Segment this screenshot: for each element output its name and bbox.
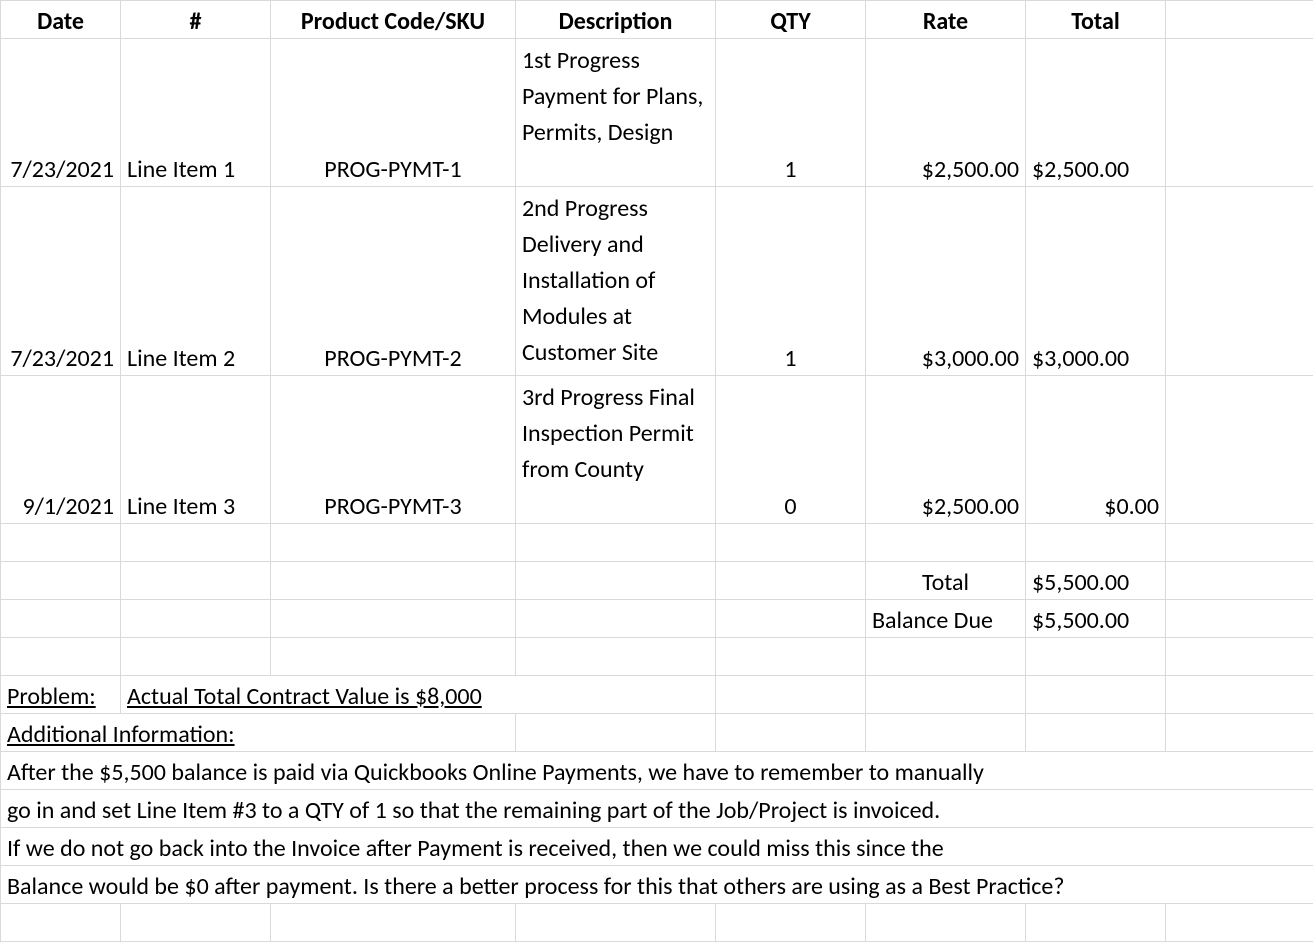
note-row: If we do not go back into the Invoice af… — [1, 828, 1313, 866]
cell-sku[interactable]: PROG-PYMT-2 — [271, 187, 516, 376]
problem-row: Problem: Actual Total Contract Value is … — [1, 676, 1313, 714]
table-row: 7/23/2021 Line Item 2 PROG-PYMT-2 2nd Pr… — [1, 187, 1313, 376]
cell-date[interactable]: 9/1/2021 — [1, 376, 121, 524]
cell-desc[interactable]: 1st Progress Payment for Plans, Permits,… — [516, 39, 716, 187]
cell-extra[interactable] — [1166, 187, 1313, 376]
table-row: 7/23/2021 Line Item 1 PROG-PYMT-1 1st Pr… — [1, 39, 1313, 187]
cell-total[interactable]: $3,000.00 — [1026, 187, 1166, 376]
header-desc[interactable]: Description — [516, 1, 716, 39]
header-num[interactable]: # — [121, 1, 271, 39]
additional-label[interactable]: Additional Information: — [1, 714, 516, 752]
cell-qty[interactable]: 0 — [716, 376, 866, 524]
cell-extra[interactable] — [1166, 39, 1313, 187]
cell-desc[interactable]: 3rd Progress Final Inspection Permit fro… — [516, 376, 716, 524]
cell-rate[interactable]: $3,000.00 — [866, 187, 1026, 376]
note-text[interactable]: After the $5,500 balance is paid via Qui… — [1, 752, 1313, 790]
additional-info-row: Additional Information: — [1, 714, 1313, 752]
problem-label[interactable]: Problem: — [1, 676, 121, 714]
note-text[interactable]: Balance would be $0 after payment. Is th… — [1, 866, 1313, 904]
header-total[interactable]: Total — [1026, 1, 1166, 39]
problem-text[interactable]: Actual Total Contract Value is $8,000 — [121, 676, 716, 714]
spreadsheet-table: Date # Product Code/SKU Description QTY … — [0, 0, 1313, 942]
header-row: Date # Product Code/SKU Description QTY … — [1, 1, 1313, 39]
cell-num[interactable]: Line Item 1 — [121, 39, 271, 187]
cell-date[interactable]: 7/23/2021 — [1, 187, 121, 376]
note-row: After the $5,500 balance is paid via Qui… — [1, 752, 1313, 790]
cell-rate[interactable]: $2,500.00 — [866, 39, 1026, 187]
cell-qty[interactable]: 1 — [716, 187, 866, 376]
balance-label[interactable]: Balance Due — [866, 600, 1026, 638]
header-rate[interactable]: Rate — [866, 1, 1026, 39]
cell-rate[interactable]: $2,500.00 — [866, 376, 1026, 524]
blank-row — [1, 904, 1313, 942]
balance-value[interactable]: $5,500.00 — [1026, 600, 1166, 638]
cell-desc[interactable]: 2nd Progress Delivery and Installation o… — [516, 187, 716, 376]
blank-row — [1, 524, 1313, 562]
header-qty[interactable]: QTY — [716, 1, 866, 39]
blank-row — [1, 638, 1313, 676]
table-row: 9/1/2021 Line Item 3 PROG-PYMT-3 3rd Pro… — [1, 376, 1313, 524]
total-value[interactable]: $5,500.00 — [1026, 562, 1166, 600]
cell-extra[interactable] — [1166, 376, 1313, 524]
cell-total[interactable]: $0.00 — [1026, 376, 1166, 524]
header-sku[interactable]: Product Code/SKU — [271, 1, 516, 39]
cell-num[interactable]: Line Item 2 — [121, 187, 271, 376]
cell-qty[interactable]: 1 — [716, 39, 866, 187]
cell-date[interactable]: 7/23/2021 — [1, 39, 121, 187]
cell-total[interactable]: $2,500.00 — [1026, 39, 1166, 187]
header-date[interactable]: Date — [1, 1, 121, 39]
cell-num[interactable]: Line Item 3 — [121, 376, 271, 524]
total-label[interactable]: Total — [866, 562, 1026, 600]
cell-sku[interactable]: PROG-PYMT-3 — [271, 376, 516, 524]
cell-sku[interactable]: PROG-PYMT-1 — [271, 39, 516, 187]
note-text[interactable]: If we do not go back into the Invoice af… — [1, 828, 1313, 866]
note-row: go in and set Line Item #3 to a QTY of 1… — [1, 790, 1313, 828]
summary-total-row: Total $5,500.00 — [1, 562, 1313, 600]
note-text[interactable]: go in and set Line Item #3 to a QTY of 1… — [1, 790, 1313, 828]
header-extra[interactable] — [1166, 1, 1313, 39]
summary-balance-row: Balance Due $5,500.00 — [1, 600, 1313, 638]
note-row: Balance would be $0 after payment. Is th… — [1, 866, 1313, 904]
